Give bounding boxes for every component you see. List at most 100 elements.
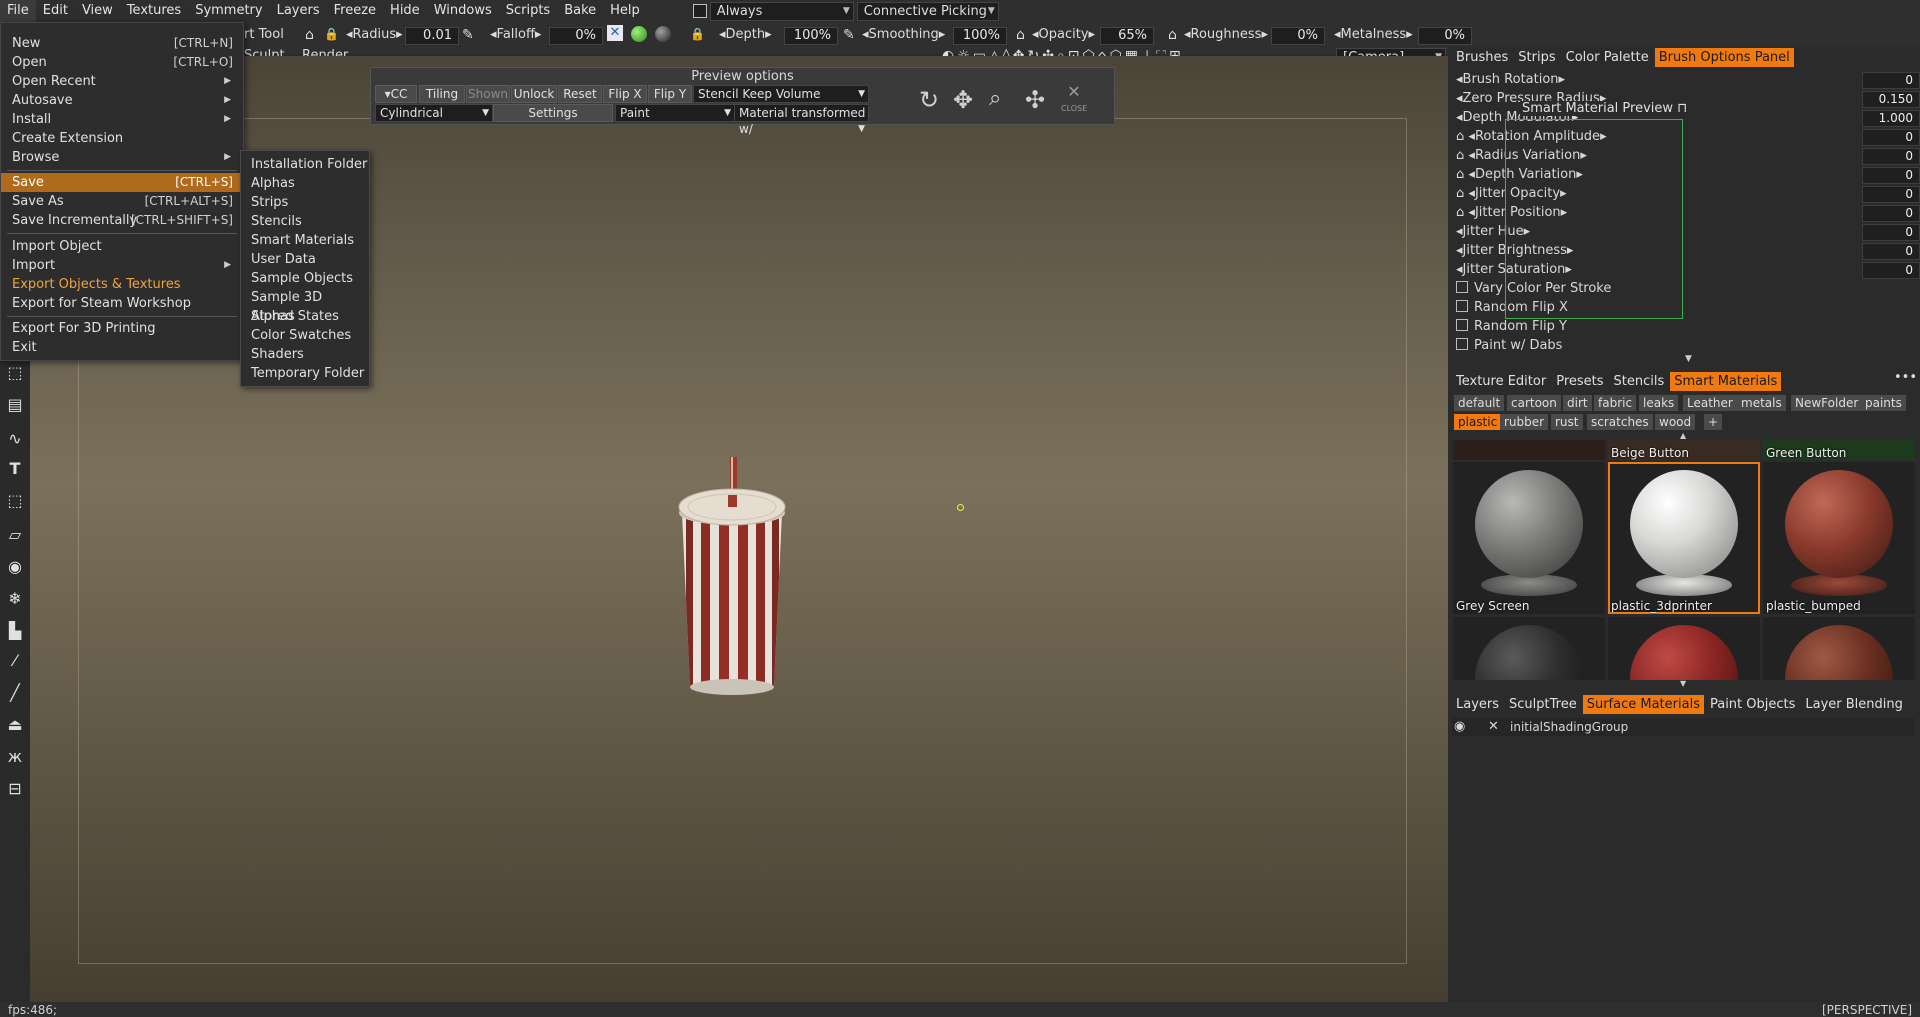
option-value[interactable]: 0 — [1862, 243, 1920, 260]
menu-item-browse[interactable]: Browse ▶ — [1, 148, 243, 167]
opacity-label[interactable]: ◂Opacity▸ — [1032, 27, 1095, 42]
tag-default[interactable]: default — [1454, 395, 1505, 411]
select-icon[interactable]: ⬚ — [6, 492, 24, 510]
option-value[interactable]: 0 — [1862, 205, 1920, 222]
option-value[interactable]: 0 — [1862, 167, 1920, 184]
paint-dropdown[interactable]: Paint ▼ — [615, 104, 735, 122]
tab-texture-editor[interactable]: Texture Editor — [1452, 372, 1550, 391]
wand-icon[interactable]: ⁄ — [6, 652, 24, 670]
check-random-flip-y[interactable]: Random Flip Y — [1456, 317, 1567, 336]
fill-icon[interactable]: ▙ — [6, 622, 24, 640]
surface-row[interactable]: ◉ ✕ initialShadingGroup — [1452, 718, 1915, 736]
pen-tool-icon[interactable]: ╱ — [6, 684, 24, 702]
close-icon[interactable]: ✕ — [1488, 718, 1499, 736]
menu-item-exit[interactable]: Exit — [1, 338, 243, 357]
option-value[interactable]: 0 — [1862, 262, 1920, 279]
menu-textures[interactable]: Textures — [120, 0, 188, 22]
browse-item-installation-folder[interactable]: Installation Folder — [251, 155, 367, 174]
tab-brush-options-panel[interactable]: Brush Options Panel — [1654, 48, 1794, 67]
tag-scratches[interactable]: scratches — [1587, 414, 1653, 430]
tag-dirt[interactable]: dirt — [1563, 395, 1592, 411]
material-cell-beige-button[interactable]: Beige Button — [1608, 440, 1760, 460]
menu-view[interactable]: View — [75, 0, 120, 22]
scroll-down-icon[interactable]: ▼ — [1680, 679, 1686, 688]
roughness-label[interactable]: ◂Roughness▸ — [1184, 27, 1268, 42]
tag-fabric[interactable]: fabric — [1594, 395, 1637, 411]
always-checkbox[interactable] — [692, 4, 707, 19]
menu-item-install[interactable]: Install ▶ — [1, 110, 243, 129]
menu-help[interactable]: Help — [603, 0, 647, 22]
cc-dropdown[interactable]: ▾CC — [375, 85, 417, 103]
browse-item-stencils[interactable]: Stencils — [251, 212, 302, 231]
browse-item-sample-3d-alphas[interactable]: Sample 3D Alphas — [251, 288, 369, 324]
settings-button[interactable]: Settings — [493, 104, 613, 122]
smoothing-field[interactable]: 100% — [953, 27, 1007, 45]
menu-item-open-recent[interactable]: Open Recent ▶ — [1, 72, 243, 91]
flip-x-button[interactable]: Flip X — [603, 85, 647, 103]
radius-field[interactable]: 0.01 — [405, 27, 459, 45]
snowflake-icon[interactable]: ❄ — [6, 590, 24, 608]
material-cell-red[interactable] — [1608, 617, 1760, 680]
tag-rust[interactable]: rust — [1551, 414, 1583, 430]
falloff-label[interactable]: ◂Falloff▸ — [490, 27, 541, 42]
menu-scripts[interactable]: Scripts — [499, 0, 557, 22]
menu-symmetry[interactable]: Symmetry — [188, 0, 269, 22]
add-tag-button[interactable]: + — [1704, 414, 1723, 430]
close-icon[interactable]: ✕ — [607, 25, 623, 41]
menu-hide[interactable]: Hide — [383, 0, 427, 22]
menu-item-import[interactable]: Import ▶ — [1, 256, 243, 275]
option-value[interactable]: 0 — [1862, 148, 1920, 165]
tiling-button[interactable]: Tiling — [419, 85, 465, 103]
material-cell-grey-screen[interactable]: Grey Screen — [1453, 462, 1605, 614]
option-value[interactable]: 0 — [1862, 186, 1920, 203]
more-icon[interactable]: ••• — [1894, 370, 1917, 385]
move-icon[interactable]: ✥ — [953, 86, 973, 114]
tab-presets[interactable]: Presets — [1552, 372, 1607, 391]
picking-dropdown[interactable]: Connective Picking ▼ — [856, 1, 999, 21]
menu-item-save[interactable]: Save [CTRL+S] — [1, 173, 243, 192]
menu-item-save-incrementally[interactable]: Save Incrementally [CTRL+SHIFT+S] — [1, 211, 243, 230]
tab-paint-objects[interactable]: Paint Objects — [1706, 695, 1799, 714]
tag-rubber[interactable]: rubber — [1500, 414, 1549, 430]
eye-icon[interactable]: ◉ — [1454, 718, 1465, 736]
rotate-icon[interactable]: ↻ — [919, 86, 939, 114]
lasso-icon[interactable]: ⬚ — [6, 364, 24, 382]
radius-label[interactable]: ◂Radius▸ — [346, 27, 403, 42]
menu-item-export-3d-printing[interactable]: Export For 3D Printing — [1, 319, 243, 338]
checkbox[interactable] — [1456, 281, 1468, 293]
menu-item-open[interactable]: Open [CTRL+O] — [1, 53, 243, 72]
tab-stencils[interactable]: Stencils — [1610, 372, 1669, 391]
roughness-field[interactable]: 0% — [1271, 27, 1325, 45]
option-value[interactable]: 0 — [1862, 224, 1920, 241]
tag-paints[interactable]: paints — [1861, 395, 1906, 411]
tag-wood[interactable]: wood — [1655, 414, 1696, 430]
material-cell-partial[interactable] — [1453, 440, 1605, 460]
tab-strips[interactable]: Strips — [1514, 48, 1559, 67]
tab-brushes[interactable]: Brushes — [1452, 48, 1512, 67]
metalness-field[interactable]: 0% — [1418, 27, 1472, 45]
tab-color-palette[interactable]: Color Palette — [1562, 48, 1653, 67]
stencil-mode-dropdown[interactable]: Stencil Keep Volume ▼ — [693, 85, 869, 103]
scroll-up-icon[interactable]: ▲ — [1680, 431, 1686, 440]
document-icon[interactable]: ▤ — [6, 396, 24, 414]
flip-y-button[interactable]: Flip Y — [648, 85, 692, 103]
checkbox[interactable] — [1456, 319, 1468, 331]
tab-surface-materials[interactable]: Surface Materials — [1582, 695, 1704, 714]
tab-layer-blending[interactable]: Layer Blending — [1801, 695, 1907, 714]
tag-leather[interactable]: Leather — [1683, 395, 1737, 411]
text-icon[interactable]: T — [6, 460, 24, 478]
option-value[interactable]: 0.150 — [1862, 91, 1920, 108]
menu-windows[interactable]: Windows — [427, 0, 499, 22]
butterfly-icon[interactable]: ж — [6, 748, 24, 766]
option-value[interactable]: 0 — [1862, 129, 1920, 146]
browse-item-temporary-folder[interactable]: Temporary Folder — [251, 364, 364, 383]
checkbox[interactable] — [1456, 300, 1468, 312]
always-check-box[interactable] — [692, 4, 707, 18]
browse-item-alphas[interactable]: Alphas — [251, 174, 295, 193]
browse-item-smart-materials[interactable]: Smart Materials — [251, 231, 354, 250]
check-paint-dabs[interactable]: Paint w/ Dabs — [1456, 336, 1562, 355]
opacity-field[interactable]: 65% — [1100, 27, 1154, 45]
projection-dropdown[interactable]: Cylindrical ▼ — [375, 104, 493, 122]
depth-field[interactable]: 100% — [784, 27, 838, 45]
tab-sculpttree[interactable]: SculptTree — [1505, 695, 1581, 714]
